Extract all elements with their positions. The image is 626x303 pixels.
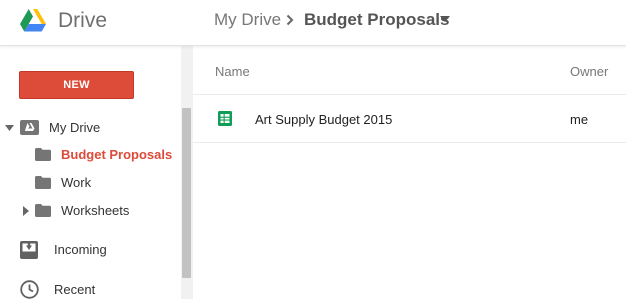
breadcrumb-my-drive[interactable]: My Drive xyxy=(214,9,281,31)
sidebar-item-label: My Drive xyxy=(49,120,101,135)
sidebar-item-label: Work xyxy=(61,175,92,190)
sidebar-item-work[interactable]: Work xyxy=(0,170,181,196)
file-name: Art Supply Budget 2015 xyxy=(255,112,393,127)
top-bar: Drive My Drive Budget Proposals xyxy=(0,0,626,46)
drive-logo-icon[interactable] xyxy=(20,9,46,32)
column-header-owner[interactable]: Owner xyxy=(570,64,608,79)
sidebar-item-label: Recent xyxy=(54,282,96,297)
app-title: Drive xyxy=(58,9,108,32)
new-button[interactable]: NEW xyxy=(19,71,134,99)
expand-arrow-right-icon[interactable] xyxy=(23,206,29,216)
sidebar-item-my-drive[interactable]: My Drive xyxy=(0,115,181,141)
sidebar-item-worksheets[interactable]: Worksheets xyxy=(0,198,181,224)
sidebar-item-label: Incoming xyxy=(54,242,107,257)
sidebar-item-incoming[interactable]: Incoming xyxy=(0,237,181,263)
column-header-name[interactable]: Name xyxy=(215,64,250,79)
sidebar-scrollbar-thumb[interactable] xyxy=(182,108,191,278)
sheets-icon xyxy=(218,111,232,126)
folder-icon xyxy=(35,204,51,217)
sidebar-item-label: Budget Proposals xyxy=(61,147,173,162)
expand-arrow-down-icon[interactable] xyxy=(5,125,14,131)
my-drive-icon xyxy=(20,120,39,135)
file-list-header: Name Owner xyxy=(193,46,626,95)
incoming-icon xyxy=(20,241,38,259)
folder-icon xyxy=(35,148,51,161)
sidebar-item-label: Worksheets xyxy=(61,203,130,218)
clock-icon xyxy=(20,280,39,299)
file-row[interactable]: Art Supply Budget 2015 me xyxy=(193,96,626,143)
file-list: Name Owner Art Supply Budget 2015 me xyxy=(193,46,626,299)
breadcrumb-current-folder[interactable]: Budget Proposals xyxy=(304,9,449,31)
file-owner: me xyxy=(570,112,589,127)
sidebar-item-budget-proposals[interactable]: Budget Proposals xyxy=(0,142,181,168)
chevron-right-icon xyxy=(286,14,294,26)
folder-icon xyxy=(35,176,51,189)
sidebar: NEW My Drive Budget Proposals Work Works… xyxy=(0,46,193,299)
sidebar-item-recent[interactable]: Recent xyxy=(0,277,181,303)
dropdown-caret-icon[interactable] xyxy=(440,16,450,22)
